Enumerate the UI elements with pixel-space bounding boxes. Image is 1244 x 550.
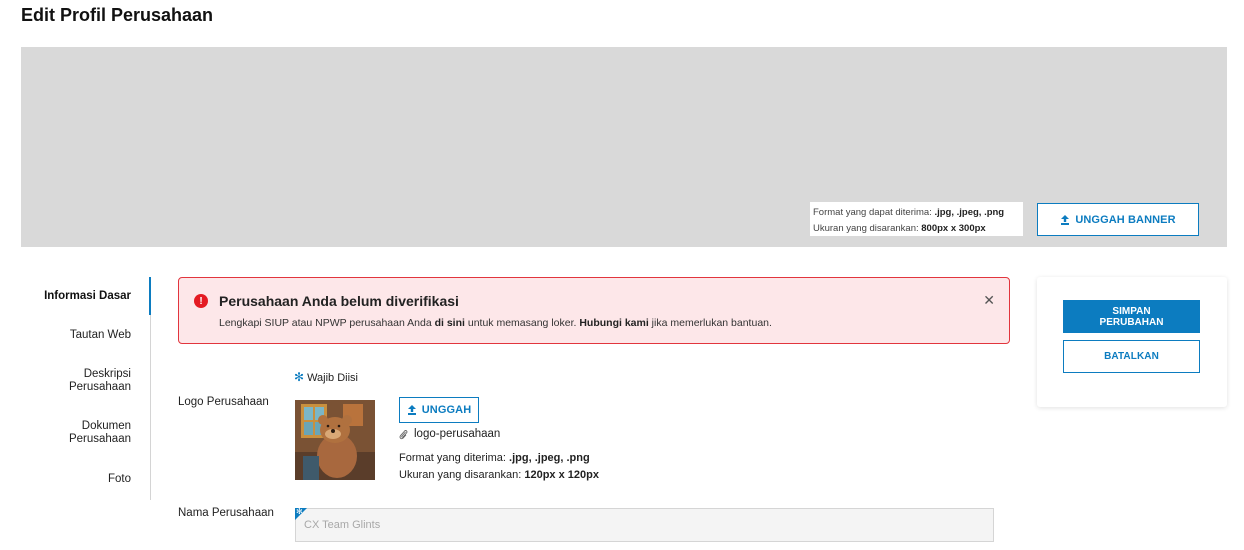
- alert-text-3: jika memerlukan bantuan.: [648, 317, 772, 329]
- upload-icon: [1061, 214, 1070, 225]
- logo-file: logo-perusahaan: [399, 428, 500, 440]
- logo-format-info: Format yang diterima: .jpg, .jpeg, .png …: [399, 450, 599, 484]
- active-indicator: [149, 277, 151, 315]
- banner-area: Format yang dapat diterima: .jpg, .jpeg,…: [21, 47, 1227, 247]
- logo-format-label: Format yang diterima:: [399, 452, 510, 464]
- alert-link-here[interactable]: di sini: [435, 317, 465, 329]
- upload-banner-button[interactable]: UNGGAH BANNER: [1037, 203, 1199, 236]
- company-logo-image: [295, 400, 375, 480]
- upload-icon: [407, 405, 416, 415]
- sidebar-item-informasi-dasar[interactable]: Informasi Dasar: [44, 290, 131, 303]
- cancel-button[interactable]: BATALKAN: [1063, 340, 1200, 373]
- asterisk-icon: ✻: [296, 507, 303, 516]
- logo-label: Logo Perusahaan: [178, 396, 269, 408]
- error-icon: !: [194, 294, 208, 308]
- close-icon[interactable]: ✕: [983, 292, 995, 309]
- upload-logo-button[interactable]: UNGGAH: [399, 397, 479, 423]
- logo-format-value: .jpg, .jpeg, .png: [509, 452, 590, 464]
- banner-size-label: Ukuran yang disarankan:: [813, 223, 922, 234]
- verification-alert: ! Perusahaan Anda belum diverifikasi Len…: [178, 277, 1010, 344]
- asterisk-icon: ✻: [294, 370, 305, 384]
- page-title: Edit Profil Perusahaan: [21, 5, 214, 25]
- sidebar-item-deskripsi-perusahaan[interactable]: Deskripsi Perusahaan: [41, 368, 131, 394]
- banner-format-label: Format yang dapat diterima:: [813, 207, 935, 218]
- upload-logo-label: UNGGAH: [421, 404, 472, 416]
- required-note: ✻ Wajib Diisi: [294, 370, 358, 384]
- alert-text-1: Lengkapi SIUP atau NPWP perusahaan Anda: [219, 317, 435, 329]
- banner-info: Format yang dapat diterima: .jpg, .jpeg,…: [810, 202, 1023, 236]
- sidebar-item-dokumen-perusahaan[interactable]: Dokumen Perusahaan: [41, 420, 131, 446]
- sidebar-item-tautan-web[interactable]: Tautan Web: [70, 329, 131, 342]
- alert-message: Lengkapi SIUP atau NPWP perusahaan Anda …: [219, 317, 772, 329]
- save-button[interactable]: SIMPAN PERUBAHAN: [1063, 300, 1200, 333]
- banner-size-value: 800px x 300px: [921, 223, 986, 234]
- action-panel: SIMPAN PERUBAHAN BATALKAN: [1037, 277, 1227, 407]
- upload-banner-label: UNGGAH BANNER: [1075, 213, 1176, 226]
- logo-size-value: 120px x 120px: [524, 469, 599, 481]
- company-name-label: Nama Perusahaan: [178, 507, 274, 519]
- alert-link-contact[interactable]: Hubungi kami: [579, 317, 648, 329]
- required-note-text: Wajib Diisi: [307, 372, 358, 384]
- paperclip-icon: [399, 429, 408, 439]
- logo-file-name: logo-perusahaan: [414, 428, 501, 440]
- alert-text-2: untuk memasang loker.: [464, 317, 580, 329]
- sidebar-item-foto[interactable]: Foto: [108, 473, 131, 486]
- banner-format-value: .jpg, .jpeg, .png: [934, 207, 1005, 218]
- section-nav: Informasi Dasar Tautan Web Deskripsi Per…: [21, 277, 151, 500]
- logo-size-label: Ukuran yang disarankan:: [399, 469, 525, 481]
- alert-title: Perusahaan Anda belum diverifikasi: [219, 293, 459, 309]
- company-name-input[interactable]: [295, 508, 994, 542]
